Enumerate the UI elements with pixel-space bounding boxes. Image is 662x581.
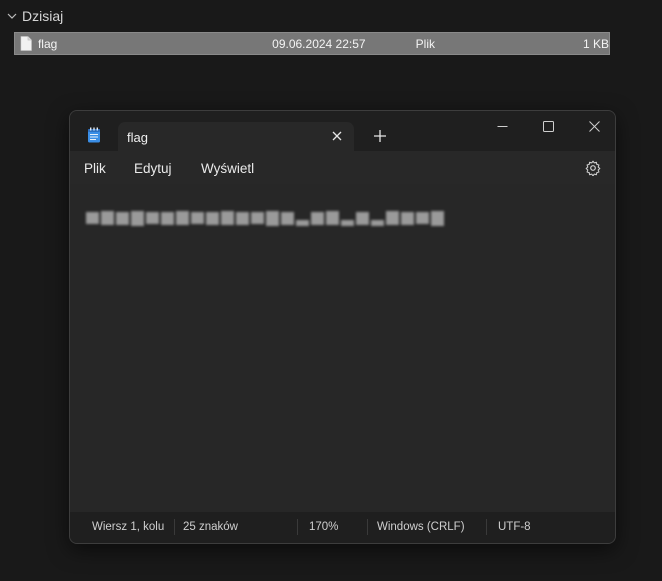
file-row-flag[interactable]: flag 09.06.2024 22:57 Plik 1 KB xyxy=(14,32,610,55)
minimize-button[interactable] xyxy=(479,111,525,141)
file-size: 1 KB xyxy=(582,36,609,51)
title-bar[interactable]: flag xyxy=(70,111,615,152)
status-zoom[interactable]: 170% xyxy=(309,521,338,533)
menu-bar: Plik Edytuj Wyświetl xyxy=(70,152,615,184)
status-divider xyxy=(486,519,487,535)
redacted-flag-text xyxy=(86,207,444,229)
notepad-app-icon xyxy=(88,127,100,143)
close-tab-icon[interactable] xyxy=(330,129,344,143)
status-char-count: 25 znaków xyxy=(183,521,238,533)
minimize-icon xyxy=(497,125,507,127)
file-date: 09.06.2024 22:57 xyxy=(272,36,366,51)
menu-view[interactable]: Wyświetl xyxy=(201,161,254,176)
file-type: Plik xyxy=(415,36,435,51)
status-line-endings[interactable]: Windows (CRLF) xyxy=(377,521,465,533)
status-encoding[interactable]: UTF-8 xyxy=(498,521,531,533)
menu-edit[interactable]: Edytuj xyxy=(134,161,172,176)
status-bar: Wiersz 1, kolu 25 znaków 170% Windows (C… xyxy=(70,512,615,543)
file-icon xyxy=(20,36,32,51)
status-divider xyxy=(174,519,175,535)
close-icon xyxy=(588,120,600,132)
group-title: Dzisiaj xyxy=(22,8,64,24)
close-window-button[interactable] xyxy=(571,111,615,141)
status-divider xyxy=(297,519,298,535)
tab-flag[interactable]: flag xyxy=(118,122,354,152)
gear-icon[interactable] xyxy=(585,160,601,176)
notepad-window: flag Plik Edytuj Wyświetl Wiersz 1, kolu… xyxy=(69,110,616,544)
file-name: flag xyxy=(37,36,58,51)
plus-icon[interactable] xyxy=(372,128,388,144)
status-position: Wiersz 1, kolu xyxy=(92,521,165,533)
maximize-button[interactable] xyxy=(525,111,571,141)
text-editor-area[interactable] xyxy=(70,184,615,514)
group-header-today[interactable]: Dzisiaj xyxy=(6,6,63,26)
tab-title: flag xyxy=(127,130,148,145)
menu-file[interactable]: Plik xyxy=(84,161,106,176)
status-divider xyxy=(367,519,368,535)
maximize-icon xyxy=(542,120,554,132)
chevron-down-icon xyxy=(7,13,17,19)
